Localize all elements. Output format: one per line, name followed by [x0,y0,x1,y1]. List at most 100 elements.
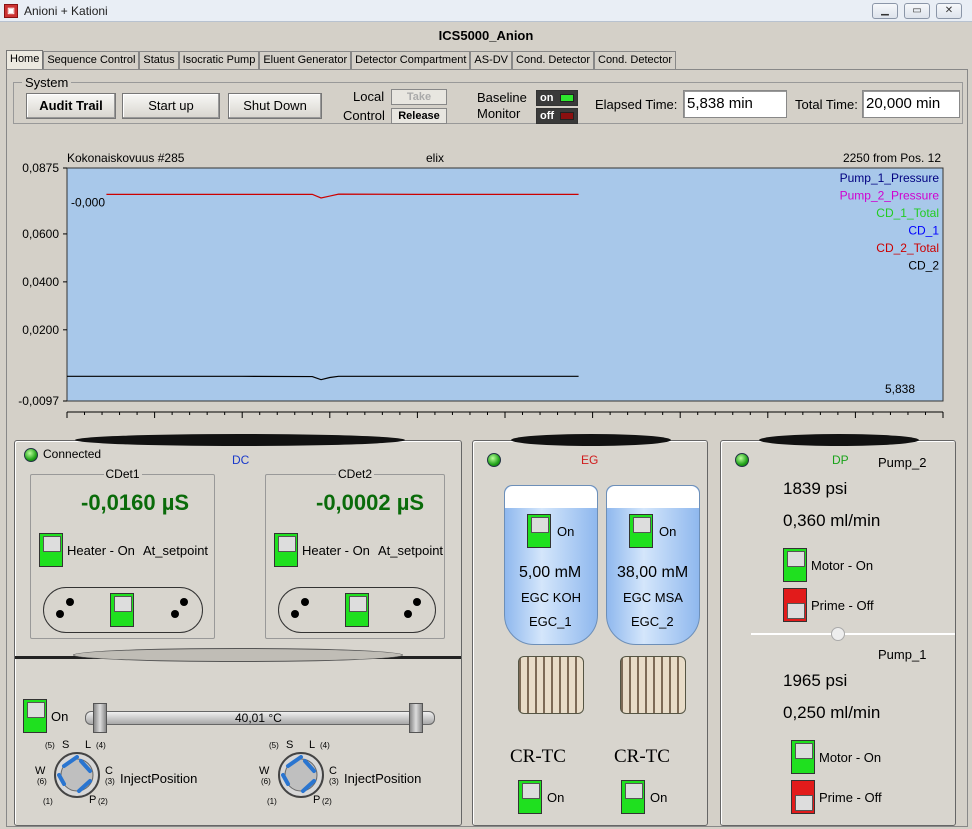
tab-cond-detector-1[interactable]: Cond. Detector [512,51,594,70]
valve-port-label: (2) [322,797,332,806]
tab-eluent-generator[interactable]: Eluent Generator [259,51,352,70]
valve-port-label: C [105,765,113,777]
system-group: System Audit Trail Start up Shut Down Lo… [13,75,963,124]
valve-port-label: (2) [98,797,108,806]
dc-label: DC [232,453,250,467]
total-time-label: Total Time: [795,97,858,112]
dc-lens [75,434,405,446]
cdet1-value: -0,0160 µS [81,490,190,515]
valve-port-label: P [313,794,321,806]
dp-label: DP [832,453,849,467]
baseline-off-label: off [540,110,555,122]
dp-panel: DP Pump_2 1839 psi 0,360 ml/min Motor - … [720,434,956,826]
connected-label: Connected [43,447,102,461]
inject-position-2-label: InjectPosition [344,771,422,786]
main-content: ICS5000_Anion Home Sequence Control Stat… [0,22,972,829]
dp-status-led-icon [735,453,749,467]
cdet1-heater-switch[interactable] [39,533,63,567]
system-legend: System [22,75,72,90]
baseline-label-1: Baseline [477,90,527,105]
valve-port-label: S [286,739,294,751]
inject-valve-2-icon[interactable]: (5) S L (4) W (6) C (3) (1) P (2) [259,739,341,807]
chart-header-left: Kokonaiskovuus #285 [67,151,185,165]
tab-sequence-control[interactable]: Sequence Control [43,51,140,70]
cdet2-cell-switch[interactable] [345,593,369,627]
take-button[interactable]: Take [391,89,447,105]
cell-dot [301,598,309,606]
valve-port-label: (4) [96,741,106,750]
audit-trail-button[interactable]: Audit Trail [26,93,116,119]
egc1-concentration: 5,00 mM [519,564,582,581]
column-fitting-right [409,703,423,733]
cdet1-heater-label: Heater - On [67,543,135,558]
tab-strip: Home Sequence Control Status Isocratic P… [6,50,676,70]
egc2-id: EGC_2 [631,614,674,629]
pump1-prime-label: Prime - Off [819,790,882,805]
window-title: Anioni + Kationi [24,3,108,18]
tab-cond-detector-2[interactable]: Cond. Detector [594,51,676,70]
cdet2-value: -0,0002 µS [316,490,425,515]
baseline-on-label: on [540,92,554,104]
pump1-motor-switch[interactable] [791,740,815,774]
dc-compartment-slot [73,648,403,662]
cell-dot [291,610,299,618]
cdet2-heater-label: Heater - On [302,543,370,558]
inject-valve-1-icon[interactable]: (5) S L (4) W (6) C (3) (1) P (2) [35,739,117,807]
release-button[interactable]: Release [391,108,447,124]
tab-detector-compartment[interactable]: Detector Compartment [351,51,471,70]
baseline-label-2: Monitor [477,106,521,121]
crtc2-on-label: On [650,790,668,805]
cdet2-legend: CDet2 [335,467,375,481]
valve-port-label: C [329,765,337,777]
chart-svg: Kokonaiskovuus #285 elix 2250 from Pos. 12… [18,151,944,418]
egc2-name: EGC MSA [623,590,683,605]
chromatogram-chart[interactable]: Kokonaiskovuus #285 elix 2250 from Pos. 12… [7,150,967,420]
valve-port-label: (6) [37,777,47,786]
pump1-prime-switch[interactable] [791,780,815,814]
pump1-flow: 0,250 ml/min [783,703,881,722]
tab-isocratic-pump[interactable]: Isocratic Pump [178,51,260,70]
start-up-button[interactable]: Start up [122,93,220,119]
tab-as-dv[interactable]: AS-DV [470,51,513,70]
valve-port-label: L [85,739,92,751]
shut-down-button[interactable]: Shut Down [228,93,322,119]
minimize-icon[interactable]: ▁ [872,3,898,19]
crtc2-label: CR-TC [614,746,670,767]
crtc2-switch[interactable] [621,780,645,814]
column-heater-switch[interactable] [23,699,47,733]
legend-item-cd-1-total: CD_1_Total [876,206,939,220]
column-on-label: On [51,709,69,724]
cdet1-setpoint-label: At_setpoint [143,543,209,558]
tab-status[interactable]: Status [139,51,179,70]
cdet1-cell-switch[interactable] [110,593,134,627]
pump2-motor-switch[interactable] [783,548,807,582]
egc1-switch[interactable] [527,514,551,548]
cdet2-setpoint-label: At_setpoint [378,543,444,558]
maximize-icon[interactable]: ▭ [904,3,930,19]
egc2-cartridge: On 38,00 mM EGC MSA EGC_2 [606,485,700,645]
eg-label: EG [581,453,599,467]
crtc1-label: CR-TC [510,746,566,767]
legend-item-cd-2-total: CD_2_Total [876,241,939,255]
cdet2-heater-switch[interactable] [274,533,298,567]
crtc1-on-label: On [547,790,565,805]
tab-home[interactable]: Home [6,50,44,70]
y-tick-label: 0,0600 [22,227,59,241]
local-control-label-2: Control [343,108,385,123]
total-time-field: 20,000 min [862,90,960,118]
baseline-on-toggle[interactable]: on [536,90,578,106]
valve-port-label: L [309,739,316,751]
column-fitting-left [93,703,107,733]
egc2-degasser-icon [620,656,686,714]
pump1-pressure: 1965 psi [783,671,848,690]
baseline-off-toggle[interactable]: off [536,108,578,124]
legend-item-pump-1-pressure: Pump_1_Pressure [840,171,940,185]
legend-item-pump-2-pressure: Pump_2_Pressure [840,189,940,203]
pump2-prime-switch[interactable] [783,588,807,622]
crtc1-switch[interactable] [518,780,542,814]
close-icon[interactable]: ✕ [936,3,962,19]
egc2-switch[interactable] [629,514,653,548]
valve-port-label: (5) [45,741,55,750]
elapsed-time-label: Elapsed Time: [595,97,678,112]
connected-led-icon [24,448,38,462]
